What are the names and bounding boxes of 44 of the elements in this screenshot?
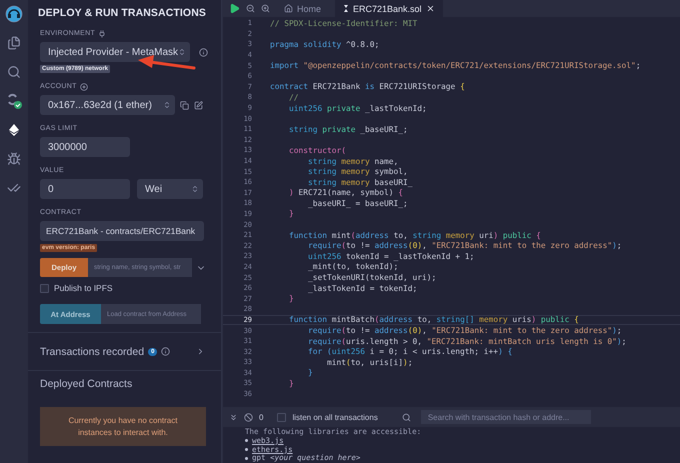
ethereum-icon[interactable]	[7, 123, 21, 137]
info-icon[interactable]	[199, 48, 208, 56]
search-icon[interactable]	[7, 65, 21, 79]
account-select[interactable]: 0x167...63e2d (1 ether)	[40, 95, 175, 115]
environment-select[interactable]: Injected Provider - MetaMask	[40, 42, 190, 62]
edit-icon[interactable]	[194, 100, 203, 110]
up-down-icon	[178, 48, 186, 56]
transaction-search-field[interactable]: Search with transaction hash or addre...	[420, 410, 591, 424]
editor-tab[interactable]: Home	[276, 0, 330, 17]
home-icon	[284, 4, 293, 13]
panel-title: DEPLOY & RUN TRANSACTIONS	[38, 7, 206, 19]
copy-icon[interactable]	[180, 100, 189, 110]
plug-icon	[98, 30, 106, 38]
editor-tab[interactable]: ERC721Bank.sol	[335, 0, 443, 17]
info-icon[interactable]	[161, 347, 170, 356]
clear-icon[interactable]	[244, 412, 253, 422]
bullet-icon	[245, 448, 248, 452]
zoom-in-icon[interactable]	[261, 4, 270, 13]
collapse-icon[interactable]	[229, 412, 238, 422]
gas-limit-field[interactable]: 3000000	[40, 137, 130, 157]
publish-label: Publish to IPFS	[54, 283, 113, 293]
deployed-contracts-title: Deployed Contracts	[40, 378, 132, 390]
value-field[interactable]: 0	[40, 179, 130, 199]
unit-select[interactable]: Wei	[137, 179, 203, 199]
listen-checkbox[interactable]	[277, 412, 286, 422]
listen-label: listen on all transactions	[292, 412, 378, 422]
up-down-icon	[191, 185, 199, 193]
double-check-icon[interactable]	[7, 181, 21, 195]
run-icon[interactable]	[229, 3, 240, 14]
zoom-out-icon[interactable]	[246, 4, 255, 13]
plus-icon[interactable]	[80, 82, 88, 90]
transactions-recorded-label[interactable]: Transactions recorded	[40, 346, 144, 358]
close-icon[interactable]	[426, 4, 435, 13]
bullet-icon	[245, 439, 248, 442]
pending-count: 0	[259, 412, 264, 422]
empty-message: Currently you have no contract instances to interact with.	[40, 407, 206, 446]
contract-select[interactable]: ERC721Bank - contracts/ERC721Bank	[40, 221, 204, 241]
files-icon[interactable]	[7, 36, 21, 50]
bullet-icon	[245, 456, 248, 460]
up-down-icon	[163, 101, 171, 109]
search-icon[interactable]	[402, 412, 411, 422]
publish-checkbox[interactable]	[40, 284, 49, 292]
headset-logo-icon[interactable]	[5, 5, 23, 23]
bug-icon[interactable]	[7, 152, 21, 166]
